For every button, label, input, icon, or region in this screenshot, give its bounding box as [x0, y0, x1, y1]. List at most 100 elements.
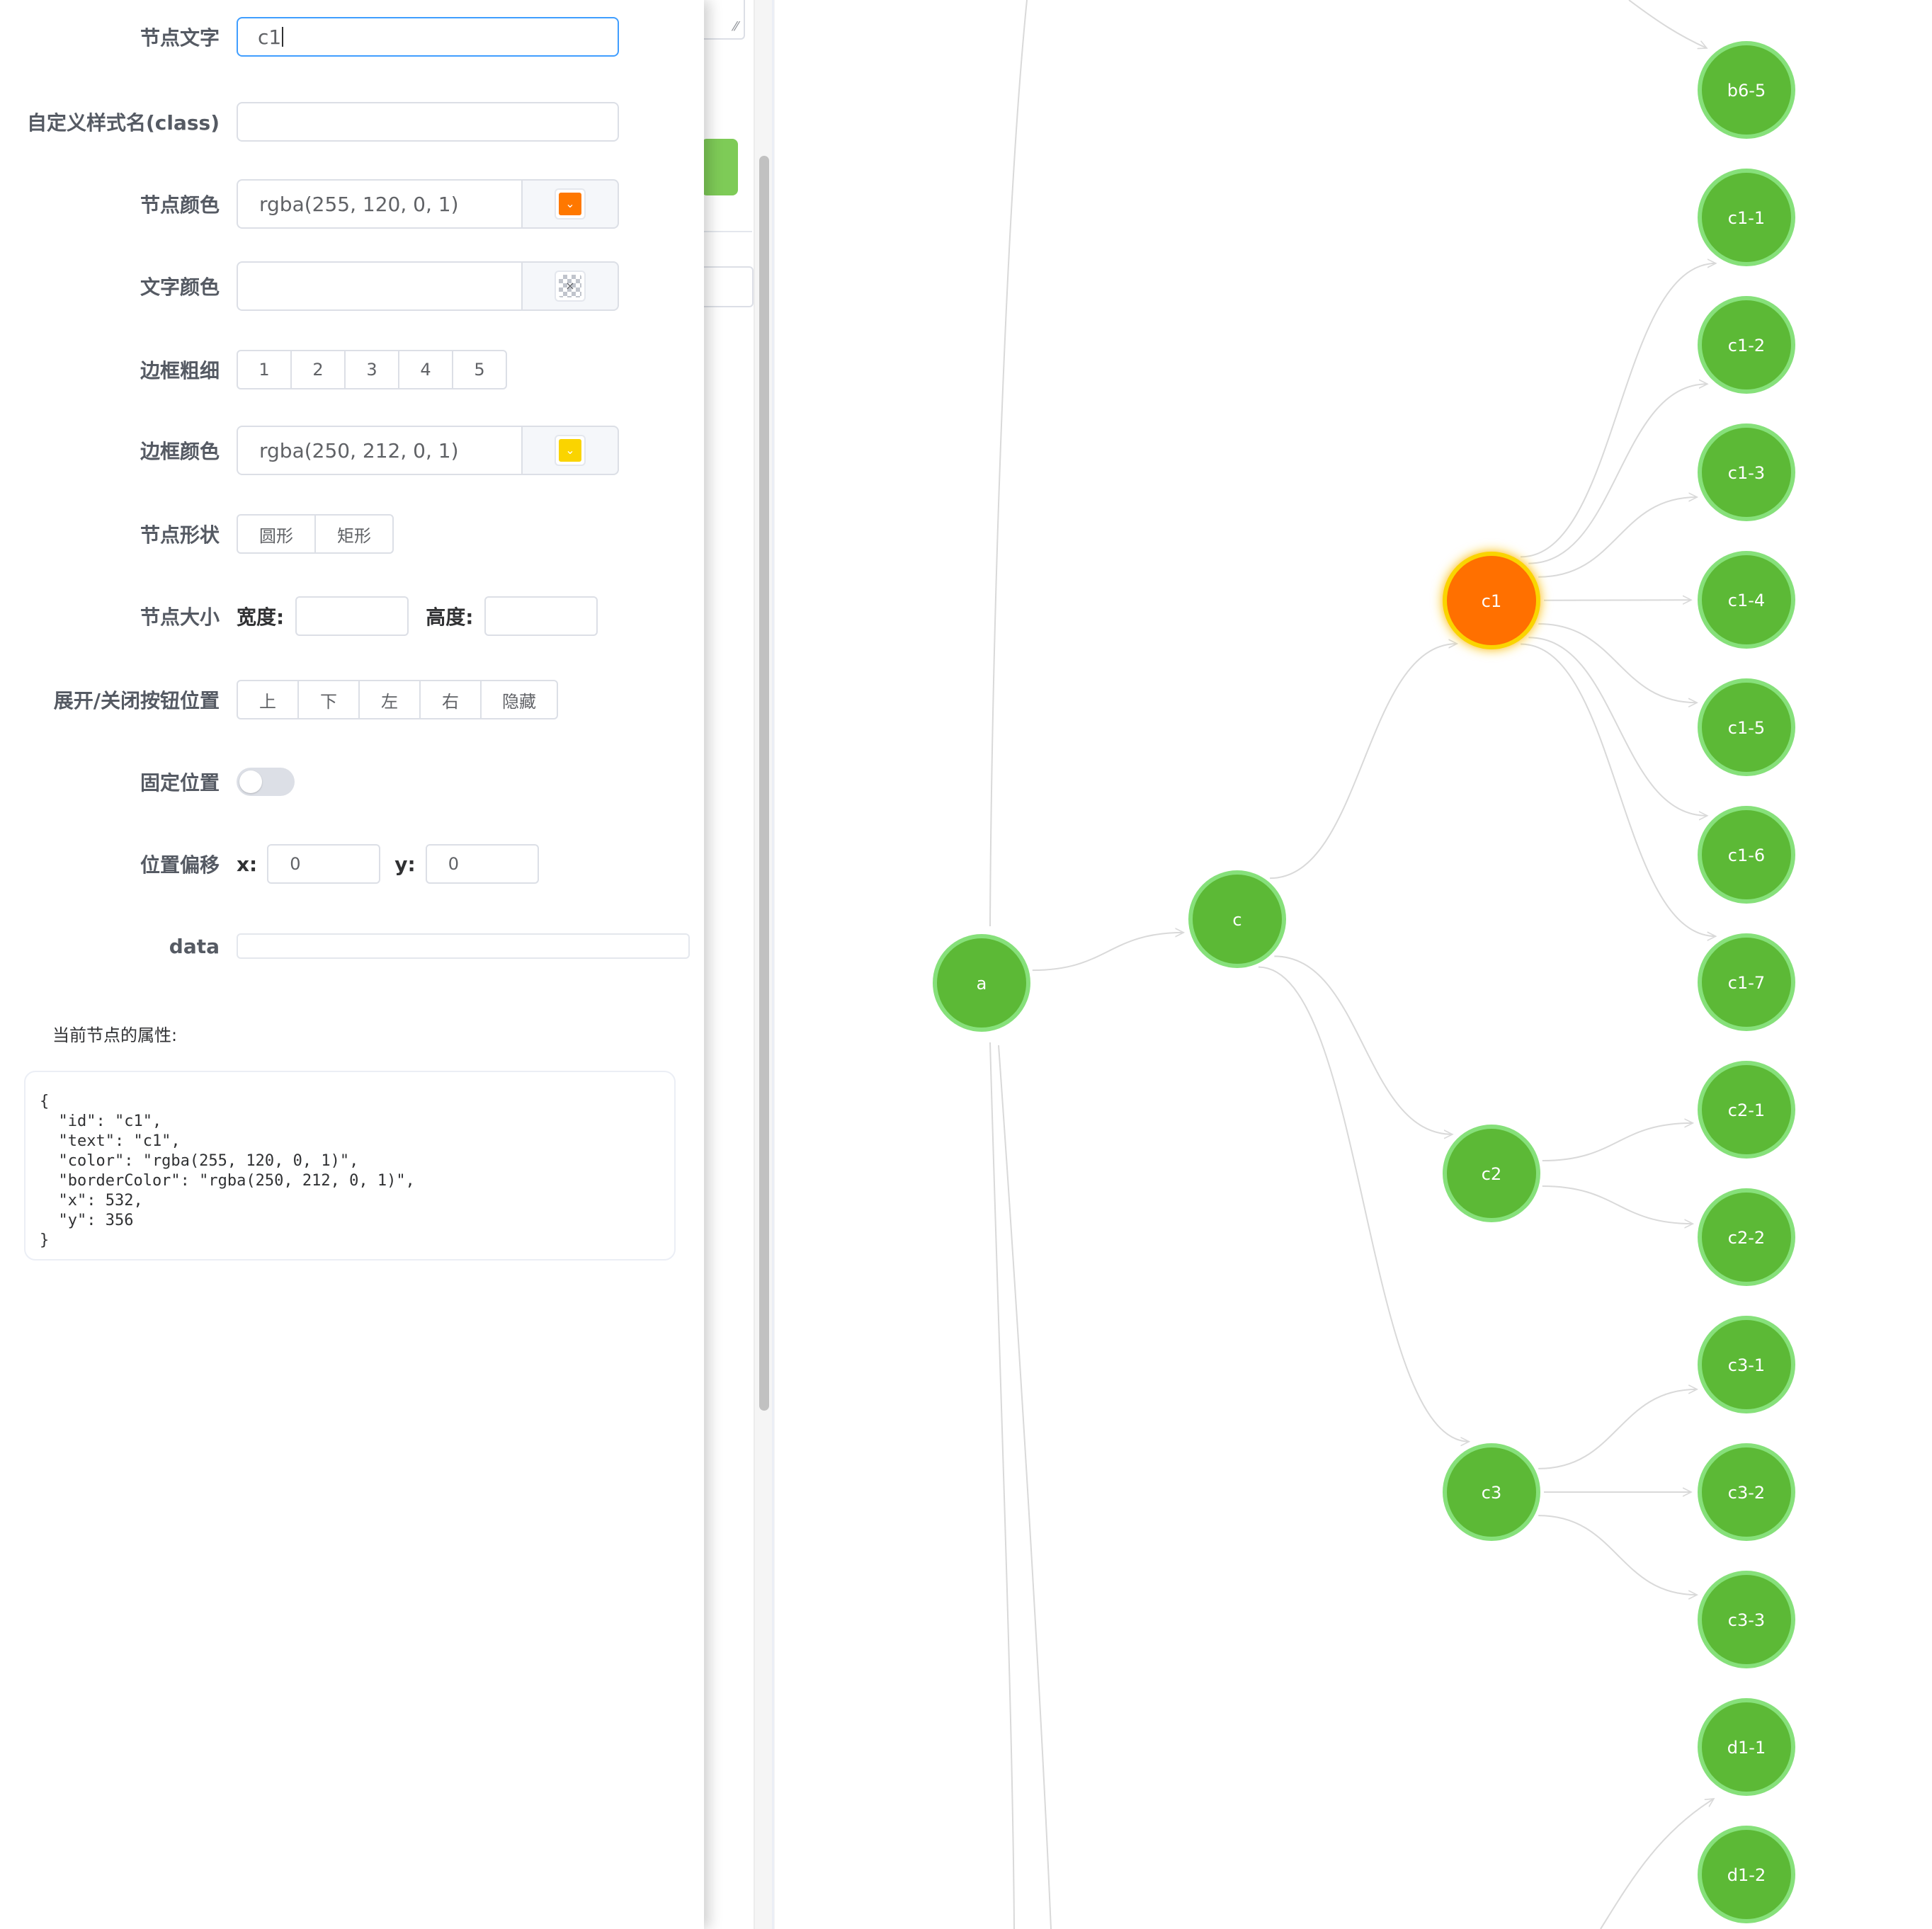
expand-position-left[interactable]: 左	[358, 680, 421, 719]
link-c-c1	[1270, 644, 1457, 880]
border-width-option[interactable]: 2	[290, 350, 346, 389]
link-c1-c1-1	[1520, 263, 1716, 558]
graph-node-label: c1-4	[1728, 591, 1765, 610]
background-divider	[701, 231, 752, 232]
graph-node-c1-3[interactable]: c1-3	[1698, 423, 1795, 521]
link-offscreen-d1-1	[1600, 1799, 1714, 1929]
graph-node-c3-1[interactable]: c3-1	[1698, 1316, 1795, 1413]
graph-node-label: c2-2	[1728, 1228, 1765, 1248]
expand-position-group: 上 下 左 右 隐藏	[237, 680, 558, 719]
width-label: 宽度:	[237, 605, 285, 629]
graph-node-label: c1-5	[1728, 718, 1765, 738]
expand-position-top[interactable]: 上	[237, 680, 299, 719]
link-c2-c2-2	[1542, 1185, 1693, 1224]
graph-node-c1-6[interactable]: c1-6	[1698, 806, 1795, 904]
graph-node-label: c2-1	[1728, 1100, 1765, 1120]
shape-circle-option[interactable]: 圆形	[237, 514, 316, 554]
scrollbar-thumb[interactable]	[759, 156, 769, 1411]
form-row-font-color: 文字颜色 ×	[0, 261, 704, 311]
graph-node-label: c1-7	[1728, 973, 1765, 993]
chevron-down-icon: ⌄	[559, 439, 581, 462]
node-color-label: 节点颜色	[140, 193, 220, 217]
form-row-size: 节点大小 宽度: 高度:	[0, 595, 704, 637]
graph-node-label: c1-2	[1728, 336, 1765, 355]
graph-node-c2[interactable]: c2	[1443, 1125, 1540, 1222]
offset-label: 位置偏移	[140, 853, 220, 877]
background-primary-button[interactable]	[701, 139, 738, 195]
height-input[interactable]	[484, 596, 598, 636]
switch-knob	[239, 770, 262, 793]
border-color-picker: rgba(250, 212, 0, 1) ⌄	[237, 426, 619, 475]
offset-y-label: y:	[394, 852, 416, 876]
expand-position-bottom[interactable]: 下	[297, 680, 360, 719]
graph-node-c[interactable]: c	[1188, 870, 1286, 968]
graph-node-c1-7[interactable]: c1-7	[1698, 933, 1795, 1031]
current-props-title: 当前节点的属性:	[52, 1025, 178, 1045]
font-color-trigger[interactable]: ×	[521, 261, 619, 311]
form-row-border-width: 边框粗细 1 2 3 4 5	[0, 348, 704, 391]
graph-node-c1-2[interactable]: c1-2	[1698, 296, 1795, 394]
fixed-position-switch[interactable]	[237, 768, 295, 796]
font-color-input[interactable]	[237, 261, 521, 311]
border-width-group: 1 2 3 4 5	[237, 350, 507, 389]
node-color-input[interactable]: rgba(255, 120, 0, 1)	[237, 179, 521, 229]
link-c1-c1-7	[1521, 643, 1716, 937]
form-row-node-color: 节点颜色 rgba(255, 120, 0, 1) ⌄	[0, 179, 704, 229]
current-props-json: { "id": "c1", "text": "c1", "color": "rg…	[40, 1093, 415, 1249]
graph-node-c2-1[interactable]: c2-1	[1698, 1061, 1795, 1159]
graph-node-a[interactable]: a	[933, 934, 1030, 1032]
link-c-c2	[1274, 955, 1453, 1134]
node-color-value: rgba(255, 120, 0, 1)	[259, 192, 459, 216]
height-label: 高度:	[426, 605, 474, 629]
shape-rect-option[interactable]: 矩形	[314, 514, 394, 554]
border-width-option[interactable]: 5	[452, 350, 507, 389]
node-color-trigger[interactable]: ⌄	[521, 179, 619, 229]
background-input[interactable]	[701, 266, 754, 307]
graph-node-label: c1-3	[1728, 463, 1765, 483]
graph-node-c1-4[interactable]: c1-4	[1698, 551, 1795, 649]
link-c1-c1-3	[1538, 497, 1697, 578]
border-width-option[interactable]: 4	[398, 350, 453, 389]
offset-x-input[interactable]: 0	[267, 844, 381, 884]
link-offscreen-a-up	[989, 0, 1028, 927]
font-color-swatch-frame: ×	[555, 271, 586, 302]
graph-node-label: c2	[1482, 1164, 1501, 1184]
graph-node-c3[interactable]: c3	[1443, 1443, 1540, 1541]
textarea-resize-handle[interactable]: ⁄⁄	[701, 0, 745, 40]
class-name-input[interactable]	[237, 102, 619, 142]
fixed-position-label: 固定位置	[140, 771, 220, 795]
border-color-value: rgba(250, 212, 0, 1)	[259, 438, 459, 462]
graph-node-c1-5[interactable]: c1-5	[1698, 678, 1795, 776]
data-editor[interactable]	[237, 933, 690, 959]
graph-node-label: c3-3	[1728, 1610, 1765, 1630]
graph-node-c3-3[interactable]: c3-3	[1698, 1571, 1795, 1668]
graph-node-label: c3-1	[1728, 1355, 1765, 1375]
border-color-input[interactable]: rgba(250, 212, 0, 1)	[237, 426, 521, 475]
expand-position-hide[interactable]: 隐藏	[480, 680, 558, 719]
close-icon: ×	[559, 275, 581, 297]
link-c1-c1-4	[1543, 600, 1691, 601]
shape-group: 圆形 矩形	[237, 514, 394, 554]
width-input[interactable]	[295, 596, 409, 636]
node-text-value: c1	[258, 25, 282, 49]
graph-node-c1[interactable]: c1	[1443, 552, 1540, 649]
graph-node-c2-2[interactable]: c2-2	[1698, 1188, 1795, 1286]
graph-node-c1-1[interactable]: c1-1	[1698, 169, 1795, 266]
link-c2-c2-1	[1542, 1123, 1693, 1162]
expand-position-right[interactable]: 右	[419, 680, 482, 719]
graph-node-label: b6-5	[1727, 81, 1766, 101]
graph-node-b6-5[interactable]: b6-5	[1698, 41, 1795, 139]
form-row-text: 节点文字 c1	[0, 16, 704, 58]
offset-y-input[interactable]: 0	[425, 844, 539, 884]
node-color-picker: rgba(255, 120, 0, 1) ⌄	[237, 179, 619, 229]
graph-nodes: a c c1 c2 c3 b6-5 c1-1 c1-2 c1-3 c1-4 c1-5 c1-6 c1-7…	[933, 41, 1795, 1923]
graph-node-c3-2[interactable]: c3-2	[1698, 1443, 1795, 1541]
graph-node-d1-1[interactable]: d1-1	[1698, 1698, 1795, 1796]
border-width-option[interactable]: 1	[237, 350, 292, 389]
graph-node-label: a	[977, 974, 987, 994]
border-width-option[interactable]: 3	[344, 350, 399, 389]
graph-node-d1-2[interactable]: d1-2	[1698, 1826, 1795, 1923]
node-text-input[interactable]: c1	[237, 17, 619, 57]
border-color-trigger[interactable]: ⌄	[521, 426, 619, 475]
data-label: data	[169, 934, 220, 958]
